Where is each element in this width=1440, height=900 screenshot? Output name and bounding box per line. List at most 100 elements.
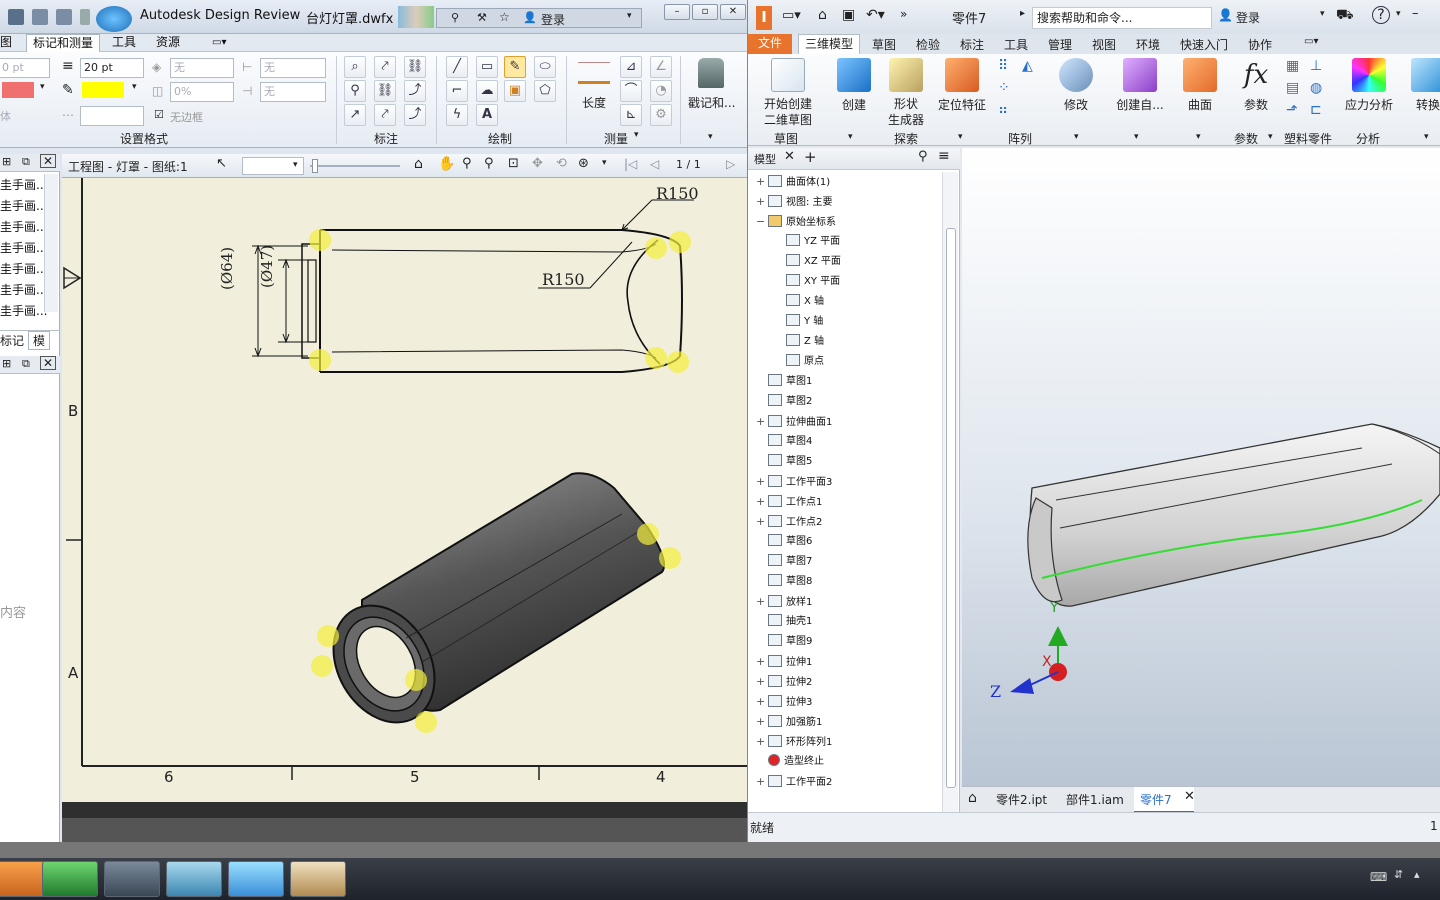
tree-node[interactable]: 草图8 [756,572,812,592]
tab-view[interactable]: 图 [0,34,18,52]
arrow-icon[interactable]: ↗ [344,104,366,126]
chevron-down-icon[interactable]: ▾ [958,132,963,142]
minimize-button[interactable]: – [1412,6,1419,21]
expand-toggle-icon[interactable]: + [756,592,766,612]
tab-annotate[interactable]: 标注 [960,36,984,53]
fill-field[interactable]: 无 [170,58,234,78]
tree-node[interactable]: + 加强筋1 [756,712,822,732]
line-color-swatch[interactable] [2,82,34,98]
tree-node[interactable]: + 拉伸曲面1 [756,412,832,432]
convert-button[interactable]: 转换 [1406,58,1440,113]
tree-node[interactable]: 抽壳1 [756,612,812,632]
zoom-icon[interactable]: ⚲ [462,156,472,171]
tray-icon[interactable]: ⇵ [1394,868,1403,881]
line-tool-icon[interactable]: ╱ [446,56,468,78]
expand-toggle-icon[interactable]: + [756,772,766,792]
markup-list-item[interactable]: 圭手画... [0,302,47,319]
chevron-down-icon[interactable]: ▾ [1074,132,1079,142]
tab-file[interactable]: 文件 [748,34,792,54]
chevron-down-icon[interactable]: ▾ [848,132,853,142]
measure-arc-icon[interactable]: ⌒ [620,80,642,102]
panel-restore-icon[interactable]: ⧉ [22,357,30,371]
line-style-field[interactable] [80,106,144,126]
tree-node[interactable]: − 原始坐标系 [756,212,836,232]
stamp-icon[interactable] [698,58,724,88]
next-page-icon[interactable]: ▷ [726,157,735,171]
modify-button[interactable]: 修改 [1054,58,1098,113]
help-icon[interactable]: ? [1372,6,1390,24]
measure-calibrate-icon[interactable]: ⚙ [650,104,672,126]
shape-generator-button[interactable]: 形状 生成器 [884,58,928,128]
tree-node[interactable]: + 拉伸1 [756,652,812,672]
grill-icon[interactable]: ▦ [1286,58,1299,74]
hyperlink-icon[interactable]: ⤴ [404,104,426,126]
tree-node[interactable]: 草图2 [756,392,812,412]
turntable-icon[interactable]: ⟲ [556,156,567,171]
expand-toggle-icon[interactable]: + [756,512,766,532]
start-sketch-button[interactable]: 开始创建 二维草图 [758,58,818,128]
tab-manage[interactable]: 管理 [1048,36,1072,53]
app-logo-icon[interactable] [96,6,132,32]
dr-search-box[interactable]: ⚲ ⚒ ☆ 👤 登录 ▾ [436,8,642,28]
undo-icon[interactable] [32,9,48,25]
maximize-button[interactable]: ▫ [692,4,718,20]
circular-pattern-icon[interactable]: ⁘ [998,80,1010,96]
tab-resources[interactable]: 资源 [150,34,186,52]
browser-scroll-thumb[interactable] [946,228,956,788]
tree-node[interactable]: 草图1 [756,372,812,392]
parameters-button[interactable]: fx 参数 [1234,58,1278,113]
zoom-slider[interactable] [310,165,400,167]
arrow-start-field[interactable]: 无 [260,58,326,78]
tree-node[interactable]: 草图5 [756,452,812,472]
undo-icon[interactable]: ↶▾ [866,7,885,23]
note-link-icon[interactable]: ⤤ [374,104,396,126]
rule-fillet-icon[interactable]: ⬏ [1286,102,1298,118]
panel-pin-icon[interactable]: ⊞ [2,357,11,370]
chevron-down-icon[interactable]: ▾ [1320,9,1325,19]
binoculars-icon[interactable]: ⚲ [451,11,459,24]
rect-pattern-icon[interactable]: ⠿ [998,58,1008,74]
tree-node[interactable]: XY 平面 [774,272,840,292]
tree-node[interactable]: 造型终止 [756,752,824,772]
tree-node[interactable]: + 视图: 主要 [756,192,833,212]
tree-node[interactable]: 原点 [774,352,824,372]
mirror-icon[interactable]: ◭ [1022,58,1033,74]
dim-d47[interactable]: (Ø47) [258,245,276,288]
tab-markup-measure[interactable]: 标记和测量 [26,34,101,52]
tree-node[interactable]: + 环形阵列1 [756,732,832,752]
leader-icon[interactable]: ⤤ [374,56,396,78]
taskbar-design-review-icon[interactable] [42,861,98,897]
save-icon[interactable]: ▣ [842,7,855,23]
browser-tab-model[interactable]: 模型 [754,151,776,167]
no-border-checkbox[interactable]: ☑ [154,108,164,121]
tree-node[interactable]: X 轴 [774,292,824,312]
panel-tab-markup[interactable]: 标记 [0,332,24,349]
help-search-input[interactable]: 搜索帮助和命令... [1032,7,1212,29]
snap-fit-icon[interactable]: ◍ [1310,80,1322,96]
arrow-end-field[interactable]: 无 [260,82,326,102]
tree-node[interactable]: + 拉伸3 [756,692,812,712]
drawing-sheet[interactable]: R150 R150 (Ø64) (Ø47) B A 6 5 4 [62,178,747,802]
tree-node[interactable]: + 工作平面3 [756,472,832,492]
lip-icon[interactable]: ⊏ [1310,102,1322,118]
measure-length-button[interactable]: 长度 [582,94,606,111]
markup-list-item[interactable]: 圭手画... [0,239,47,256]
doc-tab-part2[interactable]: 零件2.ipt [996,791,1047,808]
pen-tool-icon[interactable]: ✎ [504,56,526,78]
tab-inspect[interactable]: 检验 [916,36,940,53]
markup-list-item[interactable]: 圭手画... [0,218,47,235]
chevron-right-icon[interactable]: ▸ [1020,8,1025,19]
expand-toggle-icon[interactable]: + [756,172,766,192]
taskbar-paint-icon[interactable] [290,861,346,897]
chevron-down-icon[interactable]: ▾ [132,82,137,92]
tab-3d-model[interactable]: 三维模型 [798,34,861,54]
highlight-tool-icon[interactable]: ▣ [504,80,526,102]
tree-node[interactable]: 草图9 [756,632,812,652]
browser-scrollbar[interactable] [942,172,958,812]
expand-toggle-icon[interactable]: + [756,492,766,512]
panel-close-icon[interactable]: ✕ [40,356,57,370]
tree-node[interactable]: Z 轴 [774,332,824,352]
ruler-icon[interactable] [578,62,610,84]
search-markup-icon[interactable]: ⚲ [344,80,366,102]
qa-dropdown-icon[interactable] [80,9,90,25]
